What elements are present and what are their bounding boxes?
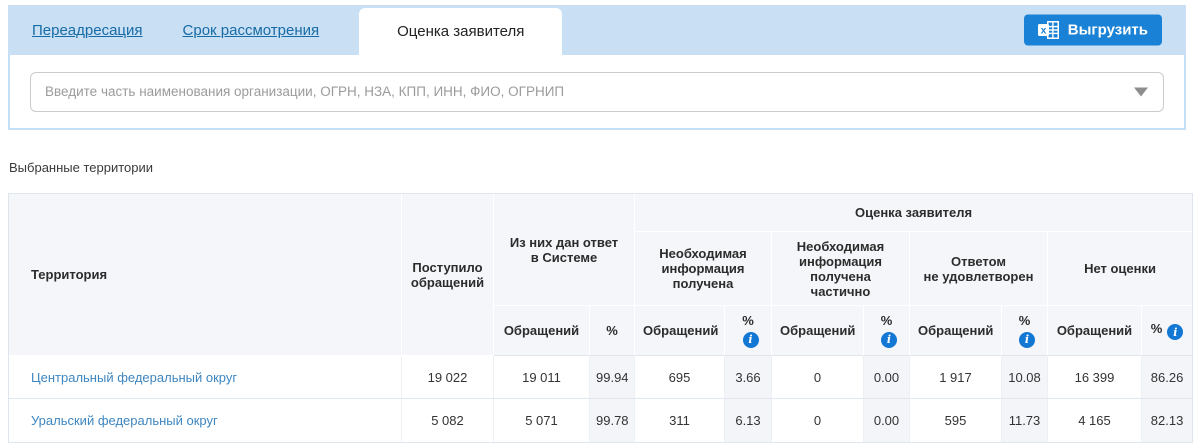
svg-text:x: x [1040, 26, 1046, 37]
percent-label: % [880, 313, 893, 329]
cell-not-satisfied: 595 [910, 399, 1002, 442]
territory-link[interactable]: Центральный федеральный округ [31, 370, 237, 385]
export-button[interactable]: x Выгрузить [1023, 14, 1162, 46]
excel-icon: x [1037, 21, 1060, 40]
info-icon[interactable]: i [881, 331, 897, 348]
tab-srok-rassmotreniya[interactable]: Срок рассмотрения [183, 22, 320, 39]
header-no-rating-percent: % i [1142, 306, 1193, 356]
dropdown-arrow-icon[interactable] [1134, 87, 1148, 96]
header-info-partial-appeals: Обращений [772, 306, 864, 356]
cell-answered: 19 011 [494, 356, 590, 399]
cell-no-rating-pct: 86.26 [1142, 356, 1193, 399]
table-row: Уральский федеральный округ 5 082 5 071 … [9, 399, 1193, 442]
header-no-rating-group: Нет оценки [1048, 232, 1193, 306]
percent-label: % [1150, 320, 1163, 336]
cell-territory: Уральский федеральный округ [9, 399, 402, 442]
header-info-partial-group: Необходимая информация получена частично [772, 232, 910, 306]
info-icon[interactable]: i [1019, 331, 1035, 348]
cell-answered-pct: 99.94 [590, 356, 635, 399]
cell-answered: 5 071 [494, 399, 590, 442]
header-answered-appeals: Обращений [494, 306, 590, 356]
cell-no-rating-pct: 82.13 [1142, 399, 1193, 442]
cell-info-partial: 0 [772, 399, 864, 442]
table-row: Центральный федеральный округ 19 022 19 … [9, 356, 1193, 399]
info-icon[interactable]: i [742, 331, 759, 348]
cell-not-satisfied-pct: 11.73 [1002, 399, 1048, 442]
header-info-partial-percent: %i [864, 306, 910, 356]
header-not-satisfied-group: Ответом не удовлетворен [910, 232, 1048, 306]
cell-no-rating: 16 399 [1048, 356, 1142, 399]
tab-bar: Переадресация Срок рассмотрения Оценка з… [8, 5, 1186, 55]
territory-link[interactable]: Уральский федеральный округ [31, 413, 218, 428]
cell-info-partial-pct: 0.00 [864, 356, 910, 399]
header-info-received-appeals: Обращений [635, 306, 725, 356]
cell-answered-pct: 99.78 [590, 399, 635, 442]
cell-info-partial-pct: 0.00 [864, 399, 910, 442]
percent-label: % [742, 313, 754, 329]
cell-not-satisfied: 1 917 [910, 356, 1002, 399]
tab-ocenka-zayavitelya[interactable]: Оценка заявителя [359, 8, 563, 55]
cell-received: 19 022 [402, 356, 494, 399]
cell-info-received: 311 [635, 399, 725, 442]
header-answered-group: Из них дан ответ в Системе [494, 194, 635, 306]
header-info-received-percent: %i [725, 306, 772, 356]
header-not-satisfied-appeals: Обращений [910, 306, 1002, 356]
export-button-label: Выгрузить [1067, 21, 1148, 39]
cell-info-partial: 0 [772, 356, 864, 399]
cell-territory: Центральный федеральный округ [9, 356, 402, 399]
cell-not-satisfied-pct: 10.08 [1002, 356, 1048, 399]
header-no-rating-appeals: Обращений [1048, 306, 1142, 356]
report-table: Территория Поступило обращений Из них да… [8, 193, 1194, 443]
cell-info-received: 695 [635, 356, 725, 399]
cell-info-received-pct: 3.66 [725, 356, 772, 399]
header-info-received-group: Необходимая информация получена [635, 232, 772, 306]
organization-filter-panel [8, 55, 1186, 130]
selected-territories-label: Выбранные территории [9, 160, 154, 175]
tab-pereadresaciya[interactable]: Переадресация [32, 22, 143, 39]
page: Переадресация Срок рассмотрения Оценка з… [0, 0, 1194, 443]
header-answered-percent: % [590, 306, 635, 356]
header-territory: Территория [9, 194, 402, 356]
info-icon[interactable]: i [1167, 324, 1184, 341]
percent-label: % [1018, 313, 1031, 329]
cell-info-received-pct: 6.13 [725, 399, 772, 442]
cell-received: 5 082 [402, 399, 494, 442]
header-not-satisfied-percent: %i [1002, 306, 1048, 356]
cell-no-rating: 4 165 [1048, 399, 1142, 442]
organization-search-wrap [30, 71, 1164, 112]
organization-search-input[interactable] [30, 71, 1164, 112]
header-rating-group: Оценка заявителя [635, 194, 1193, 232]
header-received: Поступило обращений [402, 194, 494, 356]
